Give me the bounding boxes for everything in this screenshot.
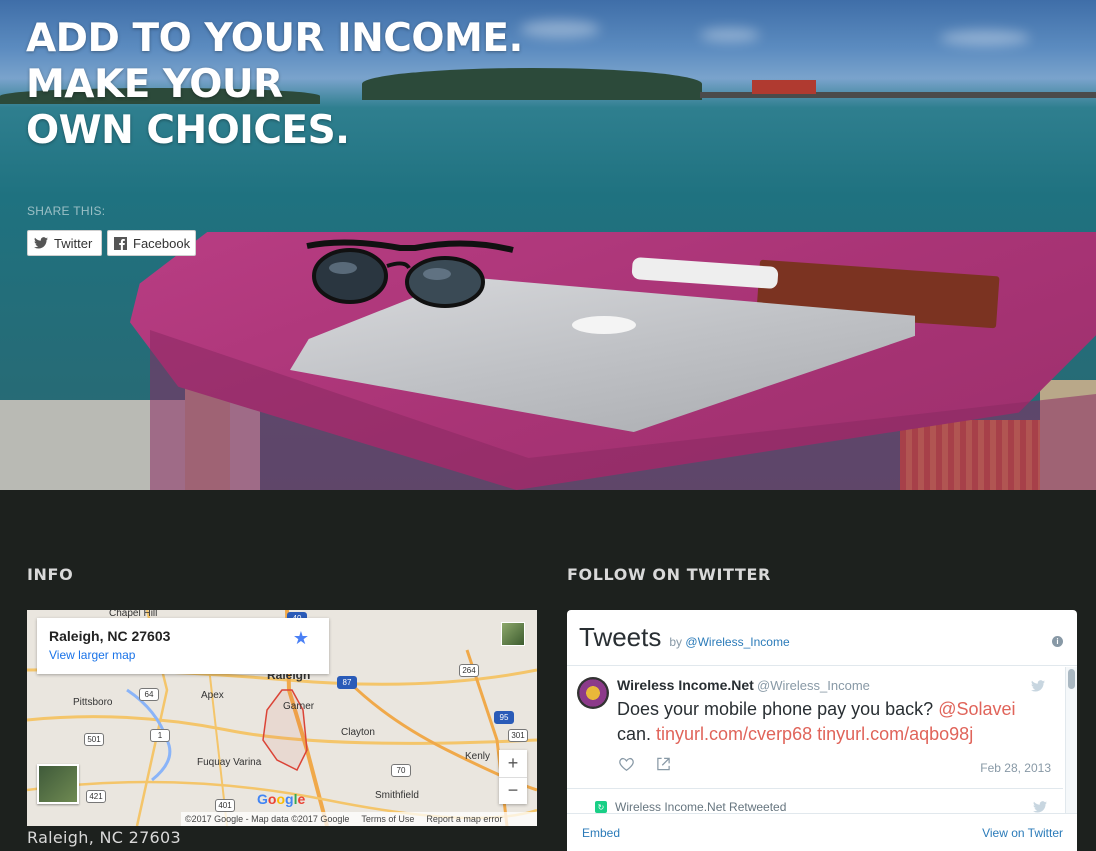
share-facebook-label: Facebook: [133, 235, 191, 251]
timeline-handle-link[interactable]: @Wireless_Income: [685, 635, 789, 649]
retweet-label: Wireless Income.Net Retweeted: [615, 800, 787, 814]
map-label: Kenly: [465, 751, 491, 762]
timeline-title: Tweets: [579, 622, 662, 652]
tweet-author-handle[interactable]: @Wireless_Income: [757, 678, 870, 693]
hero-title-line: ADD TO YOUR INCOME.: [26, 16, 523, 61]
twitter-bird-icon[interactable]: [1031, 679, 1045, 695]
street-view-pegman-icon[interactable]: [501, 622, 525, 646]
embedded-map[interactable]: Chapel Hill Raleigh Garner Apex Pittsbor…: [27, 610, 537, 826]
timeline-scrollbar[interactable]: [1065, 667, 1077, 813]
retweet-icon: ↻: [595, 801, 607, 813]
mention-link[interactable]: @Solavei: [938, 699, 1015, 719]
view-larger-map-link[interactable]: View larger map: [49, 648, 317, 662]
facebook-icon: [114, 236, 127, 250]
share-icon[interactable]: [656, 757, 671, 774]
twitter-icon: [34, 236, 48, 250]
route-shield: 1: [150, 729, 170, 742]
hero-banner: ADD TO YOUR INCOME. MAKE YOUR OWN CHOICE…: [0, 0, 1096, 490]
pier-hut: [752, 80, 816, 94]
interstate-shield: 95: [494, 711, 514, 724]
info-heading: INFO: [27, 565, 74, 584]
share-twitter-button[interactable]: Twitter: [27, 230, 102, 256]
view-on-twitter-link[interactable]: View on Twitter: [982, 826, 1063, 840]
map-label: Smithfield: [375, 790, 419, 801]
like-heart-icon[interactable]: [619, 757, 634, 774]
route-shield: 401: [215, 799, 235, 812]
zoom-out-button[interactable]: −: [499, 776, 527, 805]
by-label: by: [669, 635, 683, 649]
map-zoom-control: + −: [499, 750, 527, 804]
map-label: Garner: [283, 701, 315, 712]
cloud: [700, 28, 760, 42]
save-star-icon[interactable]: ★: [293, 628, 309, 649]
terms-of-use-link[interactable]: Terms of Use: [361, 814, 414, 824]
share-label: SHARE THIS:: [27, 204, 106, 218]
tweet-text: Does your mobile phone pay you back? @So…: [617, 697, 1047, 747]
embed-link[interactable]: Embed: [582, 826, 620, 840]
report-map-error-link[interactable]: Report a map error: [426, 814, 502, 824]
route-shield: 301: [508, 729, 528, 742]
info-icon[interactable]: i: [1052, 636, 1063, 647]
route-shield: 70: [391, 764, 411, 777]
hero-title-line: OWN CHOICES.: [26, 108, 350, 153]
avatar[interactable]: [577, 677, 609, 709]
sunglasses-icon: [306, 239, 514, 308]
address-caption: Raleigh, NC 27603: [27, 828, 181, 847]
map-info-card: Raleigh, NC 27603 View larger map ★: [37, 618, 329, 674]
route-shield: 264: [459, 664, 479, 677]
cloud: [940, 30, 1030, 46]
tweet-actions: [619, 757, 671, 774]
timeline-footer: Embed View on Twitter: [567, 813, 1077, 851]
map-place-name: Raleigh, NC 27603: [49, 628, 171, 644]
tweet-text-part: can.: [617, 724, 657, 744]
map-label: Fuquay Varina: [197, 757, 262, 768]
tweet-text-part: Does your mobile phone pay you back?: [617, 699, 939, 719]
satellite-view-toggle[interactable]: [37, 764, 79, 804]
retweet-indicator: ↻ Wireless Income.Net Retweeted: [595, 800, 786, 814]
tweet-link[interactable]: tinyurl.com/aqbo98j: [817, 724, 973, 744]
cloud: [520, 20, 600, 38]
share-facebook-button[interactable]: Facebook: [107, 230, 196, 256]
share-twitter-label: Twitter: [54, 235, 93, 251]
tweet-date[interactable]: Feb 28, 2013: [980, 761, 1051, 775]
hero-title-line: MAKE YOUR: [26, 62, 283, 107]
twitter-heading: FOLLOW ON TWITTER: [567, 565, 771, 584]
tweet-author-name[interactable]: Wireless Income.Net: [617, 677, 754, 693]
interstate-shield: 87: [337, 676, 357, 689]
google-logo: Google: [257, 791, 306, 807]
twitter-timeline-widget: Tweets by @Wireless_Income i Wireless In…: [567, 610, 1077, 851]
zoom-in-button[interactable]: +: [499, 750, 527, 777]
apple-logo-icon: [572, 316, 636, 334]
map-attribution: ©2017 Google - Map data ©2017 Google Ter…: [181, 812, 537, 826]
route-shield: 501: [84, 733, 104, 746]
tweet[interactable]: Wireless Income.Net @Wireless_Income Doe…: [567, 667, 1063, 789]
scrollbar-thumb[interactable]: [1068, 669, 1075, 689]
route-shield: 421: [86, 790, 106, 803]
hero-title: ADD TO YOUR INCOME. MAKE YOUR OWN CHOICE…: [26, 16, 523, 154]
map-copyright: ©2017 Google - Map data ©2017 Google: [185, 814, 350, 824]
timeline-header: Tweets by @Wireless_Income i: [567, 610, 1077, 666]
map-label: Clayton: [341, 727, 375, 738]
route-shield: 64: [139, 688, 159, 701]
map-label: Apex: [201, 690, 224, 701]
tweet-link[interactable]: tinyurl.com/cverp68: [656, 724, 812, 744]
timeline-byline: by @Wireless_Income: [669, 635, 789, 649]
map-label: Pittsboro: [73, 697, 113, 708]
